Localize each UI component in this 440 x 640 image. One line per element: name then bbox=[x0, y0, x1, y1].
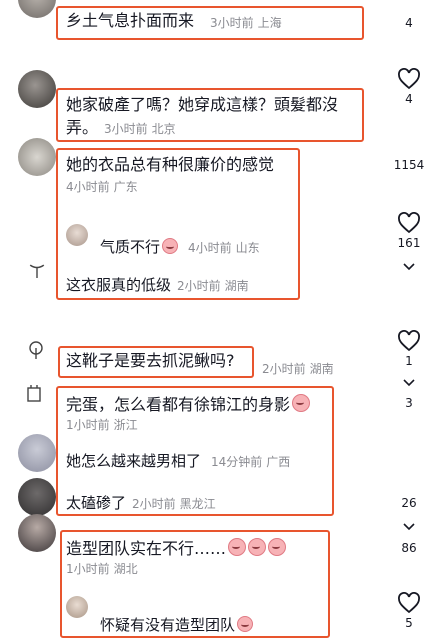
reply-avatar[interactable] bbox=[66, 596, 88, 618]
reply-text-content: 她怎么越来越男相了 bbox=[66, 452, 202, 470]
comment-location: 广东 bbox=[113, 180, 138, 194]
reply-time: 2小时前 bbox=[177, 279, 221, 293]
chevron-down-icon[interactable] bbox=[402, 522, 416, 532]
heart-outline-icon bbox=[398, 330, 420, 352]
comment-meta: 1小时前 湖北 bbox=[66, 561, 138, 577]
avatar[interactable] bbox=[26, 340, 46, 360]
comment-time: 2小时前 bbox=[262, 362, 306, 376]
comment-text-content: 完蛋，怎么看都有徐锦江的身影 bbox=[66, 395, 291, 414]
crying-face-emoji-icon bbox=[292, 394, 311, 412]
comment-text: 乡土气息扑面而来 bbox=[66, 11, 195, 30]
crying-face-emoji-icon bbox=[268, 538, 287, 556]
like-button[interactable]: 1 bbox=[389, 330, 429, 368]
comment-time: 1小时前 bbox=[66, 562, 110, 576]
reply-avatar[interactable] bbox=[28, 262, 46, 280]
like-button[interactable]: 26 bbox=[389, 494, 429, 510]
reply-time: 14分钟前 bbox=[211, 455, 263, 469]
comment-location: 浙江 bbox=[113, 418, 138, 432]
chevron-down-icon[interactable] bbox=[402, 378, 416, 388]
comment-text: 完蛋，怎么看都有徐锦江的身影 bbox=[66, 394, 311, 416]
heart-outline-icon bbox=[398, 592, 420, 614]
like-count: 5 bbox=[405, 616, 413, 630]
comment-location: 湖南 bbox=[309, 362, 334, 376]
reply-text-content: 太磕碜了 bbox=[66, 494, 127, 512]
crying-face-emoji-icon bbox=[228, 538, 247, 556]
reply-text-content: 怀疑有没有造型团队 bbox=[100, 616, 236, 634]
reply-text: 这衣服真的低级 2小时前 湖南 bbox=[66, 274, 249, 297]
comment-meta: 1小时前 浙江 bbox=[66, 417, 138, 433]
avatar[interactable] bbox=[26, 384, 42, 404]
like-count: 161 bbox=[397, 236, 421, 250]
reply-location: 广西 bbox=[266, 455, 291, 469]
like-button[interactable]: 161 bbox=[389, 212, 429, 250]
avatar[interactable] bbox=[18, 138, 56, 176]
reply-text: 气质不行 4小时前 山东 bbox=[100, 236, 260, 259]
heart-outline-icon bbox=[398, 212, 420, 234]
reply-text: 怀疑有没有造型团队 bbox=[100, 614, 254, 636]
comment-time: 3小时前 bbox=[210, 16, 254, 30]
comment-text-line2: 弄。 3小时前 北京 bbox=[66, 117, 176, 140]
avatar[interactable] bbox=[18, 0, 56, 18]
like-button[interactable]: 86 bbox=[389, 539, 429, 555]
comment-text: 造型团队实在不行…… bbox=[66, 538, 287, 560]
crying-face-emoji-icon bbox=[162, 238, 179, 254]
like-button[interactable]: 3 bbox=[389, 394, 429, 410]
comment-time: 1小时前 bbox=[66, 418, 110, 432]
comment-text-cont: 弄。 bbox=[66, 118, 99, 137]
comment-text-content: 造型团队实在不行…… bbox=[66, 539, 227, 558]
reply-avatar[interactable] bbox=[18, 434, 56, 472]
comment-time: 3小时前 bbox=[104, 122, 148, 136]
chevron-down-icon[interactable] bbox=[402, 262, 416, 272]
reply-avatar[interactable] bbox=[18, 478, 56, 516]
comment-location: 湖北 bbox=[113, 562, 138, 576]
comment-meta: 2小时前 湖南 bbox=[262, 361, 334, 377]
like-button[interactable]: 1154 bbox=[389, 156, 429, 172]
avatar[interactable] bbox=[18, 70, 56, 108]
like-button[interactable]: 4 bbox=[389, 68, 429, 106]
like-count: 4 bbox=[405, 16, 413, 30]
avatar-symbol-icon bbox=[29, 341, 43, 359]
comment-text: 这靴子是要去抓泥鳅吗? bbox=[66, 351, 235, 370]
like-count: 4 bbox=[405, 92, 413, 106]
reply-location: 黑龙江 bbox=[179, 497, 216, 511]
comment-meta: 3小时前 上海 bbox=[210, 15, 282, 31]
reply-location: 山东 bbox=[235, 241, 260, 255]
heart-outline-icon bbox=[398, 68, 420, 90]
comment-location: 上海 bbox=[257, 16, 282, 30]
reply-time: 2小时前 bbox=[132, 497, 176, 511]
comment-text: 她的衣品总有种很廉价的感觉 bbox=[66, 155, 275, 174]
like-count: 3 bbox=[405, 396, 413, 410]
crying-face-emoji-icon bbox=[237, 616, 254, 632]
like-count: 26 bbox=[401, 496, 417, 510]
comment-location: 北京 bbox=[151, 122, 176, 136]
comment-text: 她家破產了嗎？她穿成這樣？頭髮都沒 bbox=[66, 95, 339, 114]
like-button[interactable]: 4 bbox=[389, 14, 429, 30]
avatar-symbol-icon bbox=[27, 385, 41, 402]
reply-time: 4小时前 bbox=[188, 241, 232, 255]
like-count: 1 bbox=[405, 354, 413, 368]
avatar[interactable] bbox=[18, 514, 56, 552]
comment-time: 4小时前 bbox=[66, 180, 110, 194]
reply-text-content: 这衣服真的低级 bbox=[66, 276, 172, 294]
like-count: 1154 bbox=[393, 158, 425, 172]
reply-text-content: 气质不行 bbox=[100, 238, 161, 256]
reply-location: 湖南 bbox=[224, 279, 249, 293]
like-button[interactable]: 5 bbox=[389, 592, 429, 630]
reply-text: 她怎么越来越男相了 14分钟前 广西 bbox=[66, 450, 290, 473]
like-count: 86 bbox=[401, 541, 417, 555]
crying-face-emoji-icon bbox=[248, 538, 267, 556]
comment-meta: 4小时前 广东 bbox=[66, 179, 138, 195]
reply-text: 太磕碜了 2小时前 黑龙江 bbox=[66, 492, 216, 515]
avatar-symbol-icon bbox=[29, 264, 45, 278]
reply-avatar[interactable] bbox=[66, 224, 88, 246]
